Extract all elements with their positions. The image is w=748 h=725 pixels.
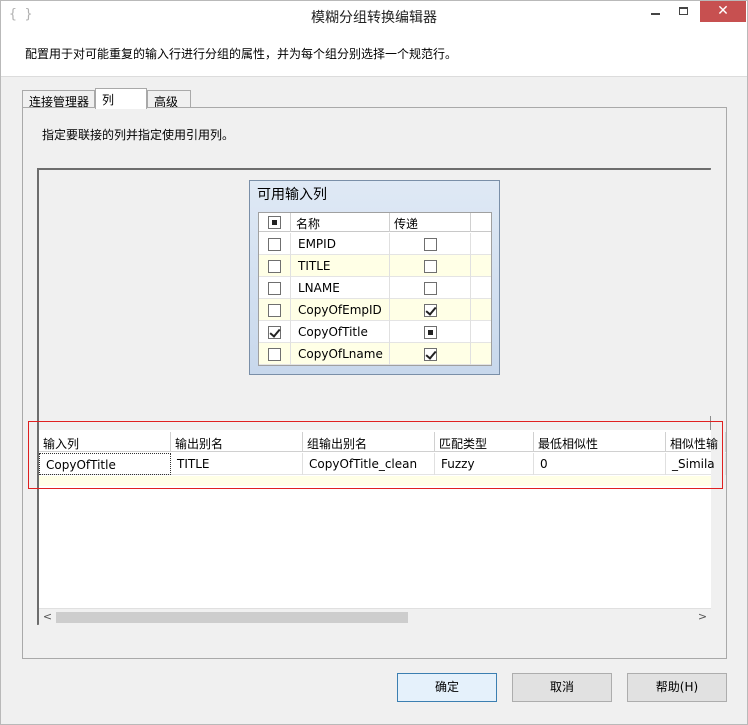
grid-header: 名称 传递 bbox=[259, 213, 491, 232]
output-alias-cell[interactable]: TITLE bbox=[171, 453, 303, 475]
scroll-left-icon[interactable]: < bbox=[39, 609, 56, 626]
min-similarity-cell[interactable]: 0 bbox=[534, 453, 666, 475]
available-columns-grid: 名称 传递 EMPID TITLE LNAME CopyOfEmpID Copy… bbox=[258, 212, 492, 366]
row-select-checkbox[interactable] bbox=[268, 348, 281, 361]
passthrough-checkbox[interactable] bbox=[424, 348, 437, 361]
column-name: CopyOfTitle bbox=[291, 321, 390, 343]
input-column-cell[interactable]: CopyOfTitle bbox=[39, 453, 171, 475]
header-output-alias[interactable]: 输出别名 bbox=[171, 432, 303, 452]
row-select-cell bbox=[259, 343, 291, 365]
maximize-button[interactable] bbox=[669, 1, 697, 22]
available-columns-title: 可用输入列 bbox=[257, 187, 327, 203]
row-select-cell bbox=[259, 277, 291, 299]
row-select-cell bbox=[259, 299, 291, 321]
help-button[interactable]: 帮助(H) bbox=[627, 673, 727, 702]
table-row: CopyOfTitle TITLE CopyOfTitle_clean Fuzz… bbox=[39, 453, 726, 475]
header-min-similarity[interactable]: 最低相似性 bbox=[534, 432, 666, 452]
description-text: 配置用于对可能重复的输入行进行分组的属性，并为每个组分别选择一个规范行。 bbox=[25, 47, 458, 61]
select-all-checkbox[interactable] bbox=[268, 216, 281, 229]
table-row: LNAME bbox=[259, 277, 491, 299]
mapping-grid: 输入列 输出别名 组输出别名 匹配类型 最低相似性 相似性输 CopyOfTit… bbox=[39, 430, 726, 625]
table-row: TITLE bbox=[259, 255, 491, 277]
dialog-window: { } 模糊分组转换编辑器 ✕ 配置用于对可能重复的输入行进行分组的属性，并为每… bbox=[0, 0, 748, 725]
tab-advanced[interactable]: 高级 bbox=[147, 90, 191, 109]
passthrough-checkbox[interactable] bbox=[424, 238, 437, 251]
scroll-right-icon[interactable]: > bbox=[694, 609, 711, 626]
new-row-placeholder[interactable] bbox=[39, 476, 711, 486]
row-select-cell bbox=[259, 321, 291, 343]
passthrough-cell bbox=[390, 299, 471, 321]
row-select-checkbox[interactable] bbox=[268, 282, 281, 295]
designer-surface: 可用输入列 名称 传递 EMPID TITLE LNAME CopyOfEmpI… bbox=[39, 170, 711, 416]
passthrough-checkbox[interactable] bbox=[424, 326, 437, 339]
column-name: TITLE bbox=[291, 255, 390, 277]
row-select-checkbox[interactable] bbox=[268, 260, 281, 273]
table-row: CopyOfLname bbox=[259, 343, 491, 365]
passthrough-cell bbox=[390, 343, 471, 365]
passthrough-cell bbox=[390, 321, 471, 343]
passthrough-cell bbox=[390, 233, 471, 255]
window-title: 模糊分组转换编辑器 bbox=[311, 10, 437, 26]
passthrough-cell bbox=[390, 255, 471, 277]
similarity-output-cell[interactable]: _Simila bbox=[666, 453, 726, 475]
select-all-cell bbox=[259, 213, 291, 232]
header-similarity-output[interactable]: 相似性输 bbox=[666, 432, 726, 452]
header-match-type[interactable]: 匹配类型 bbox=[435, 432, 534, 452]
mapping-grid-header: 输入列 输出别名 组输出别名 匹配类型 最低相似性 相似性输 bbox=[39, 432, 726, 452]
tab-connection-manager[interactable]: 连接管理器 bbox=[22, 90, 95, 109]
available-columns-box: 可用输入列 名称 传递 EMPID TITLE LNAME CopyOfEmpI… bbox=[249, 180, 500, 375]
header-name[interactable]: 名称 bbox=[291, 213, 390, 232]
horizontal-scrollbar[interactable]: < > bbox=[39, 608, 711, 625]
match-type-cell[interactable]: Fuzzy bbox=[435, 453, 534, 475]
column-name: CopyOfEmpID bbox=[291, 299, 390, 321]
passthrough-checkbox[interactable] bbox=[424, 260, 437, 273]
cancel-button[interactable]: 取消 bbox=[512, 673, 612, 702]
passthrough-checkbox[interactable] bbox=[424, 304, 437, 317]
columns-tab-panel: 指定要联接的列并指定使用引用列。 可用输入列 名称 传递 EMPID TITLE… bbox=[22, 107, 727, 659]
title-bar[interactable]: { } 模糊分组转换编辑器 ✕ bbox=[1, 1, 747, 31]
row-select-cell bbox=[259, 233, 291, 255]
table-row: EMPID bbox=[259, 233, 491, 255]
header-passthrough[interactable]: 传递 bbox=[390, 213, 471, 232]
table-row: CopyOfTitle bbox=[259, 321, 491, 343]
row-select-checkbox[interactable] bbox=[268, 326, 281, 339]
ok-button[interactable]: 确定 bbox=[397, 673, 497, 702]
minimize-button[interactable] bbox=[641, 1, 669, 22]
passthrough-checkbox[interactable] bbox=[424, 282, 437, 295]
group-output-alias-cell[interactable]: CopyOfTitle_clean bbox=[303, 453, 435, 475]
row-select-cell bbox=[259, 255, 291, 277]
passthrough-cell bbox=[390, 277, 471, 299]
row-select-checkbox[interactable] bbox=[268, 304, 281, 317]
column-designer-panel: 可用输入列 名称 传递 EMPID TITLE LNAME CopyOfEmpI… bbox=[37, 168, 726, 625]
column-name: CopyOfLname bbox=[291, 343, 390, 365]
close-button[interactable]: ✕ bbox=[700, 1, 746, 22]
maximize-icon bbox=[678, 6, 688, 15]
row-select-checkbox[interactable] bbox=[268, 238, 281, 251]
scrollbar-thumb[interactable] bbox=[56, 612, 408, 623]
column-name: EMPID bbox=[291, 233, 390, 255]
tab-columns[interactable]: 列 bbox=[95, 88, 147, 109]
header-input-column[interactable]: 输入列 bbox=[39, 432, 171, 452]
minimize-icon bbox=[650, 12, 660, 15]
instruction-text: 指定要联接的列并指定使用引用列。 bbox=[42, 128, 235, 142]
description-area: 配置用于对可能重复的输入行进行分组的属性，并为每个组分别选择一个规范行。 bbox=[1, 31, 747, 77]
header-group-output-alias[interactable]: 组输出别名 bbox=[303, 432, 435, 452]
table-row: CopyOfEmpID bbox=[259, 299, 491, 321]
column-name: LNAME bbox=[291, 277, 390, 299]
close-icon: ✕ bbox=[717, 3, 729, 19]
